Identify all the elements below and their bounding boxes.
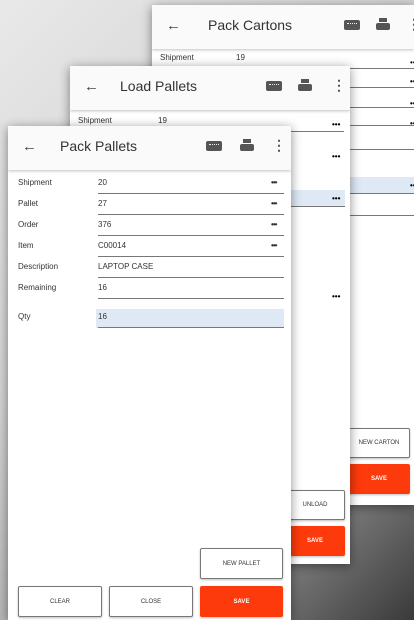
field-underline [98, 327, 284, 328]
lookup-ellipsis-icon[interactable]: ••• [410, 77, 414, 86]
field-underline [98, 298, 284, 299]
field-underline [348, 149, 414, 150]
order-lookup-icon[interactable]: ••• [271, 220, 277, 229]
field-remaining: Remaining 16 [8, 281, 291, 299]
field-shipment: Shipment 20 ••• [8, 176, 291, 194]
new-pallet-button[interactable]: NEW PALLET [200, 548, 283, 579]
field-label: Shipment [78, 116, 112, 125]
lookup-ellipsis-icon[interactable]: ••• [332, 292, 340, 301]
field-item: Item C00014 ••• [8, 239, 291, 257]
shipment-input[interactable]: 20 [98, 178, 107, 187]
field-underline [348, 193, 414, 194]
printer-icon[interactable] [240, 139, 254, 153]
item-input[interactable]: C00014 [98, 241, 126, 250]
close-button[interactable]: CLOSE [109, 586, 193, 617]
order-input[interactable]: 376 [98, 220, 111, 229]
save-button[interactable]: SAVE [348, 464, 410, 494]
app-bar: ← Pack Cartons ⋮ [152, 5, 414, 49]
remaining-value: 16 [98, 283, 107, 292]
lookup-ellipsis-icon[interactable]: ••• [332, 194, 340, 203]
page-title: Load Pallets [120, 78, 198, 94]
pack-pallets-screen: ← Pack Pallets ⋮ Shipment 20 ••• Pallet … [8, 126, 291, 620]
unload-button[interactable]: UNLOAD [285, 490, 345, 520]
more-vertical-icon[interactable]: ⋮ [407, 17, 414, 31]
description-value: LAPTOP CASE [98, 262, 154, 271]
keyboard-icon[interactable] [206, 141, 222, 151]
field-label: Description [18, 262, 59, 271]
shipment-lookup-icon[interactable]: ••• [271, 178, 277, 187]
pallet-lookup-icon[interactable]: ••• [271, 199, 277, 208]
field-underline [98, 277, 284, 278]
app-bar: ← Load Pallets ⋮ [70, 66, 350, 110]
item-lookup-icon[interactable]: ••• [271, 241, 277, 250]
new-carton-button[interactable]: NEW CARTON [348, 428, 410, 458]
lookup-ellipsis-icon[interactable]: ••• [332, 152, 340, 161]
shipment-input[interactable]: 19 [158, 116, 167, 125]
field-label: Pallet [18, 199, 39, 208]
field-underline [348, 215, 414, 216]
save-button[interactable]: SAVE [285, 526, 345, 556]
field-label: Item [18, 241, 34, 250]
field-label: Remaining [18, 283, 57, 292]
lookup-ellipsis-icon[interactable]: ••• [410, 58, 414, 67]
clear-button[interactable]: CLEAR [18, 586, 102, 617]
field-description: Description LAPTOP CASE [8, 260, 291, 278]
page-title: Pack Pallets [60, 138, 138, 154]
field-underline [285, 206, 345, 207]
keyboard-icon[interactable] [266, 81, 282, 91]
field-order: Order 376 ••• [8, 218, 291, 236]
app-bar: ← Pack Pallets ⋮ [8, 126, 291, 170]
field-qty: Qty 16 [8, 310, 291, 328]
field-label: Shipment [18, 178, 52, 187]
lookup-ellipsis-icon[interactable]: ••• [332, 120, 340, 129]
field-underline [98, 193, 284, 194]
field-label: Order [18, 220, 39, 229]
field-underline [98, 214, 284, 215]
shipment-input[interactable]: 19 [236, 53, 245, 62]
qty-input[interactable]: 16 [98, 312, 107, 321]
back-arrow-icon[interactable]: ← [22, 138, 37, 155]
back-arrow-icon[interactable]: ← [166, 17, 181, 34]
lookup-ellipsis-icon[interactable]: ••• [410, 119, 414, 128]
printer-icon[interactable] [376, 18, 390, 32]
more-vertical-icon[interactable]: ⋮ [332, 78, 346, 92]
field-underline [348, 87, 414, 88]
back-arrow-icon[interactable]: ← [84, 78, 99, 95]
pallet-input[interactable]: 27 [98, 199, 107, 208]
field-underline [348, 107, 414, 108]
field-underline [348, 125, 414, 126]
field-underline [98, 235, 284, 236]
lookup-ellipsis-icon[interactable]: ••• [410, 181, 414, 190]
highlighted-field[interactable] [348, 177, 414, 193]
field-underline [98, 256, 284, 257]
keyboard-icon[interactable] [344, 20, 360, 30]
field-pallet: Pallet 27 ••• [8, 197, 291, 215]
page-title: Pack Cartons [208, 17, 293, 33]
lookup-ellipsis-icon[interactable]: ••• [410, 99, 414, 108]
field-label: Qty [18, 312, 31, 321]
save-button[interactable]: SAVE [200, 586, 283, 617]
field-label: Shipment [160, 53, 194, 62]
printer-icon[interactable] [298, 79, 312, 93]
more-vertical-icon[interactable]: ⋮ [272, 138, 286, 152]
